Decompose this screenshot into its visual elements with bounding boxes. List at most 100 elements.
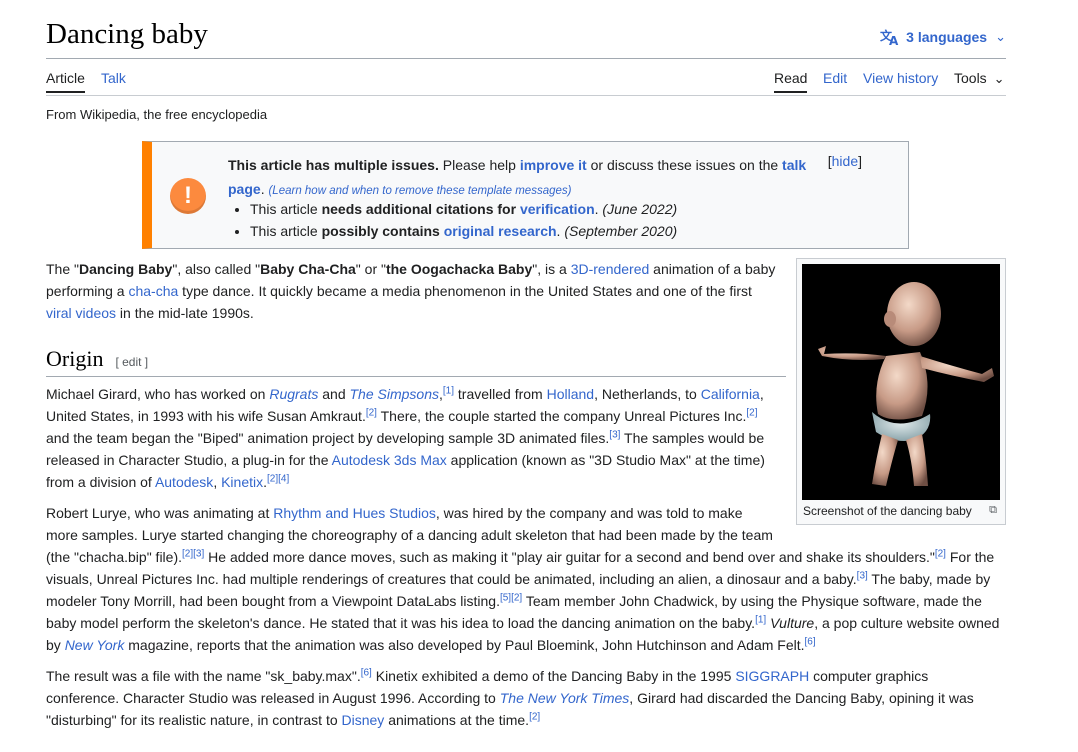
tab-talk[interactable]: Talk	[101, 70, 126, 86]
dancing-baby-image[interactable]	[802, 264, 1000, 500]
ref-link[interactable]: [6]	[805, 636, 816, 647]
text-line: modeler Tony Morrill, had been bought fr…	[46, 590, 1006, 612]
learn-link[interactable]: (Learn how and when to remove these temp…	[268, 185, 571, 197]
text: , was hired by the company and was told …	[435, 505, 743, 521]
tab-view-history[interactable]: View history	[863, 70, 938, 86]
issue-date: (September 2020)	[564, 223, 678, 239]
text-line: viral videos in the mid-late 1990s.	[46, 302, 786, 324]
text: baby model perform the skeleton's dance.…	[46, 615, 756, 631]
text: Dancing Baby	[78, 261, 173, 277]
text: ,	[759, 386, 764, 402]
rhythm-and-hues-link[interactable]: Rhythm and Hues Studios	[273, 505, 436, 521]
title-divider	[46, 58, 1006, 59]
simpsons-link[interactable]: The Simpsons	[350, 386, 439, 402]
text: United States, in 1993 with his wife Sus…	[46, 408, 366, 424]
text: in the mid-late 1990s.	[116, 305, 254, 321]
text: modeler Tony Morrill, had been bought fr…	[46, 593, 500, 609]
improve-link[interactable]: improve it	[520, 157, 587, 173]
text: performing a	[46, 283, 129, 299]
text: application (known as "3D Studio Max" at…	[446, 452, 765, 468]
text-line: by New York magazine, reports that the a…	[46, 634, 1006, 656]
text: " or "	[355, 261, 386, 277]
nyt-link[interactable]: The New York Times	[500, 690, 630, 706]
text-line: visuals, Unreal Pictures Inc. had multip…	[46, 568, 1006, 590]
translate-icon: 文 A	[880, 28, 899, 46]
cha-cha-link[interactable]: cha-cha	[128, 283, 178, 299]
list-item: This article needs additional citations …	[250, 198, 677, 220]
california-link[interactable]: California	[701, 386, 760, 402]
ref-link[interactable]: [2][4]	[267, 473, 289, 484]
issue-date: (June 2022)	[602, 201, 678, 217]
ref-link[interactable]: [3]	[609, 429, 620, 440]
section-heading-origin: Origin [ edit ]	[46, 346, 786, 377]
rugrats-link[interactable]: Rugrats	[269, 386, 318, 402]
section-edit-link[interactable]: [ edit ]	[115, 355, 148, 369]
issues-list: This article needs additional citations …	[228, 198, 677, 242]
ref-link[interactable]: [2]	[366, 407, 377, 418]
tagline: From Wikipedia, the free encyclopedia	[46, 107, 268, 122]
issues-heading: This article has multiple issues.	[228, 157, 439, 173]
disney-link[interactable]: Disney	[342, 712, 385, 728]
tabs-divider	[46, 95, 1006, 96]
siggraph-link[interactable]: SIGGRAPH	[735, 668, 809, 684]
text: The baby, made by	[867, 571, 991, 587]
ref-link[interactable]: [2]	[746, 407, 757, 418]
origin-paragraph-3: The result was a file with the name "sk_…	[46, 665, 1006, 731]
warning-icon: !	[170, 178, 206, 214]
text: The samples would be	[620, 430, 765, 446]
original-research-link[interactable]: original research	[444, 223, 557, 239]
tools-menu[interactable]: Tools ⌄	[954, 70, 1004, 87]
ref-link[interactable]: [6]	[361, 667, 372, 678]
text: ", is a	[532, 261, 571, 277]
text: type dance. It quickly became a media ph…	[178, 283, 752, 299]
hide-link[interactable]: hide	[832, 153, 858, 169]
text-line: Michael Girard, who has worked on Rugrat…	[46, 383, 766, 405]
text: or discuss these issues on the	[586, 157, 783, 173]
ref-link[interactable]: [5][2]	[500, 592, 522, 603]
new-york-link[interactable]: New York	[65, 637, 125, 653]
origin-paragraph-2: Robert Lurye, who was animating at Rhyth…	[46, 502, 1006, 656]
text-line: The result was a file with the name "sk_…	[46, 665, 1006, 687]
text: conference. Character Studio was release…	[46, 690, 500, 706]
text: and	[318, 386, 350, 402]
text: and the team began the "Biped" animation…	[46, 430, 610, 446]
text: ", also called "	[172, 261, 261, 277]
text: "disturbing" for its realistic nature, i…	[46, 712, 342, 728]
autodesk-3ds-max-link[interactable]: Autodesk 3ds Max	[332, 452, 447, 468]
text: Please help	[438, 157, 520, 173]
ref-link[interactable]: [3]	[857, 570, 868, 581]
viral-videos-link[interactable]: viral videos	[46, 305, 116, 321]
ref-link[interactable]: [1]	[755, 614, 766, 625]
text-line: released in Character Studio, a plug-in …	[46, 449, 766, 471]
text-line: more samples. Lurye started changing the…	[46, 527, 773, 543]
text-line: The "Dancing Baby", also called "Baby Ch…	[46, 258, 786, 280]
text: Kinetix exhibited a demo of the Dancing …	[371, 668, 736, 684]
text-line: performing a cha-cha type dance. It quic…	[46, 280, 786, 302]
text: possibly contains	[321, 223, 444, 239]
page-tabs: Article Talk Read Edit View history Tool…	[46, 70, 1006, 94]
3d-rendered-link[interactable]: 3D-rendered	[571, 261, 650, 277]
text: The "	[46, 261, 79, 277]
ref-link[interactable]: [1]	[443, 385, 454, 396]
ref-link[interactable]: [2]	[529, 711, 540, 722]
verification-link[interactable]: verification	[520, 201, 595, 217]
chevron-down-icon: ⌄	[993, 71, 1005, 86]
tab-article[interactable]: Article	[46, 70, 85, 93]
text-line: from a division of Autodesk, Kinetix.[2]…	[46, 471, 766, 493]
kinetix-link[interactable]: Kinetix	[221, 474, 263, 490]
tools-label: Tools	[954, 70, 987, 86]
autodesk-link[interactable]: Autodesk	[155, 474, 213, 490]
page-title: Dancing baby	[46, 18, 208, 50]
text: by	[46, 637, 65, 653]
text: , Netherlands, to	[594, 386, 701, 402]
issues-summary: This article has multiple issues. Please…	[228, 153, 828, 203]
chevron-down-icon: ⌄	[995, 29, 1006, 44]
text: animations at the time.	[384, 712, 530, 728]
ref-link[interactable]: [2][3]	[182, 548, 204, 559]
tab-read[interactable]: Read	[774, 70, 808, 93]
tab-edit[interactable]: Edit	[823, 70, 847, 86]
holland-link[interactable]: Holland	[547, 386, 594, 402]
languages-button[interactable]: 文 A 3 languages ⌄	[880, 28, 1006, 46]
text: travelled from	[454, 386, 547, 402]
ref-link[interactable]: [2]	[935, 548, 946, 559]
